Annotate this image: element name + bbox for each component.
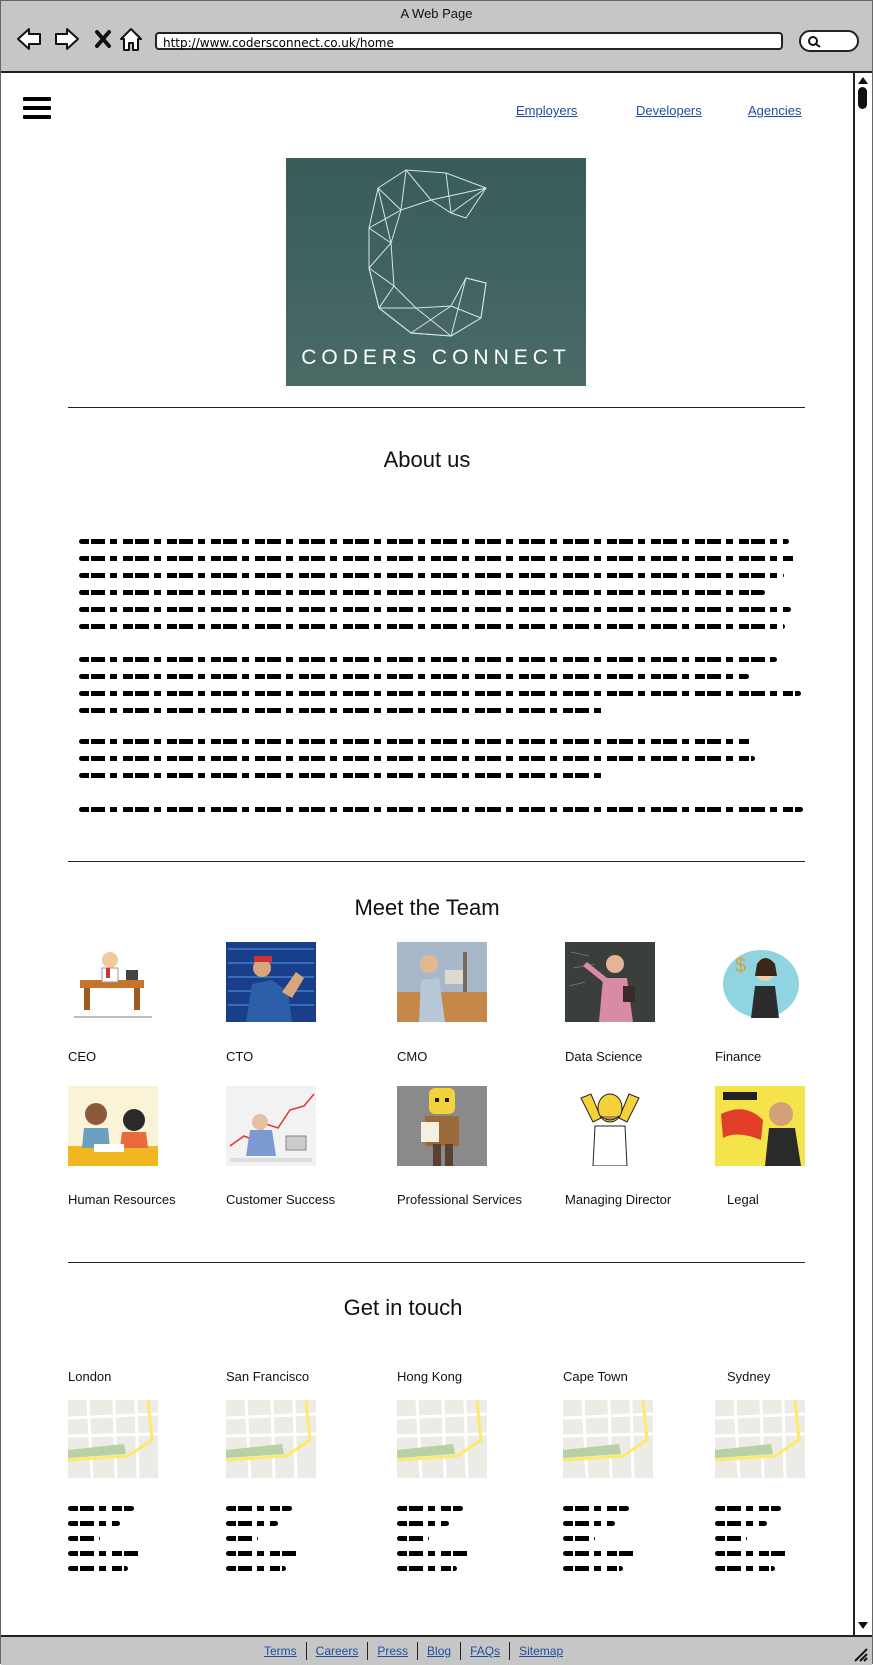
- browser-window: A Web Page http://www.codersconnect.co.u…: [0, 0, 873, 1665]
- map-icon[interactable]: [226, 1400, 316, 1478]
- team-member-label: Human Resources: [68, 1192, 176, 1207]
- team-member-label: Data Science: [565, 1049, 643, 1064]
- office-address: [563, 1506, 653, 1571]
- footer: Terms Careers Press Blog FAQs Sitemap: [1, 1635, 872, 1665]
- map-icon[interactable]: [397, 1400, 487, 1478]
- office-cape-town: Cape Town: [563, 1369, 653, 1581]
- footer-link-sitemap[interactable]: Sitemap: [510, 1642, 572, 1660]
- footer-links: Terms Careers Press Blog FAQs Sitemap: [255, 1642, 572, 1660]
- team-member-label: Managing Director: [565, 1192, 672, 1207]
- team-member-label: CMO: [397, 1049, 428, 1064]
- map-icon[interactable]: [68, 1400, 158, 1478]
- about-title: About us: [383, 447, 471, 472]
- professional-services-photo: [397, 1086, 487, 1166]
- about-paragraph-1: [79, 539, 805, 641]
- back-arrow-icon[interactable]: [15, 25, 43, 53]
- team-member-managing-director[interactable]: Managing Director: [565, 1086, 671, 1207]
- resize-grip-icon[interactable]: [852, 1646, 868, 1662]
- about-paragraph-4: [79, 807, 805, 824]
- hamburger-menu-icon[interactable]: [23, 97, 51, 121]
- team-member-data-science[interactable]: Data Science: [565, 942, 655, 1064]
- footer-link-faqs[interactable]: FAQs: [461, 1642, 511, 1660]
- forward-arrow-icon[interactable]: [53, 25, 81, 53]
- search-icon: [808, 36, 821, 48]
- browser-chrome: A Web Page http://www.codersconnect.co.u…: [1, 1, 872, 73]
- search-box[interactable]: [799, 30, 859, 52]
- team-member-ceo[interactable]: CEO: [68, 942, 158, 1064]
- managing-director-photo: [565, 1086, 655, 1166]
- logo: CODERS CONNECT: [286, 158, 586, 386]
- team-member-label: Professional Services: [397, 1192, 522, 1207]
- divider: [68, 861, 805, 862]
- about-paragraph-2: [79, 657, 805, 725]
- map-icon[interactable]: [715, 1400, 805, 1478]
- contact-title: Get in touch: [343, 1295, 463, 1320]
- office-name: Hong Kong: [397, 1369, 463, 1384]
- team-member-finance[interactable]: $ Finance: [715, 942, 805, 1064]
- team-member-label: CTO: [226, 1049, 254, 1064]
- footer-link-blog[interactable]: Blog: [418, 1642, 462, 1660]
- url-input[interactable]: http://www.codersconnect.co.uk/home: [155, 32, 783, 50]
- team-member-professional-services[interactable]: Professional Services: [397, 1086, 522, 1207]
- office-sydney: Sydney: [715, 1369, 805, 1581]
- scrollbar-thumb[interactable]: [858, 87, 867, 109]
- nav-link-employers[interactable]: Employers: [516, 103, 577, 118]
- vertical-scrollbar[interactable]: [853, 73, 871, 1635]
- about-paragraph-3: [79, 739, 805, 790]
- office-name: Sydney: [727, 1369, 771, 1384]
- team-member-cto[interactable]: CTO: [226, 942, 316, 1064]
- scroll-down-icon[interactable]: [857, 1621, 869, 1631]
- customer-success-photo: [226, 1086, 316, 1166]
- finance-photo: $: [715, 942, 805, 1022]
- office-name: London: [68, 1369, 112, 1384]
- footer-link-terms[interactable]: Terms: [255, 1642, 307, 1660]
- team-member-label: Customer Success: [226, 1192, 336, 1207]
- team-member-legal[interactable]: Legal: [715, 1086, 805, 1207]
- scroll-up-icon[interactable]: [857, 75, 869, 85]
- svg-text:$: $: [735, 955, 746, 977]
- office-address: [226, 1506, 316, 1571]
- window-title: A Web Page: [400, 6, 473, 21]
- office-name: San Francisco: [226, 1369, 310, 1384]
- divider: [68, 1262, 805, 1263]
- team-member-label: CEO: [68, 1049, 97, 1064]
- office-london: London: [68, 1369, 158, 1581]
- page-content: Employers Developers Agencies CODERS CON…: [1, 73, 853, 1635]
- footer-link-press[interactable]: Press: [368, 1642, 419, 1660]
- legal-photo: [715, 1086, 805, 1166]
- logo-text: CODERS CONNECT: [301, 346, 571, 369]
- office-address: [715, 1506, 805, 1571]
- nav-link-developers[interactable]: Developers: [636, 103, 702, 118]
- office-address: [397, 1506, 487, 1571]
- team-member-customer-success[interactable]: Customer Success: [226, 1086, 335, 1207]
- cmo-photo: [397, 942, 487, 1022]
- nav-link-agencies[interactable]: Agencies: [748, 103, 801, 118]
- cto-photo: [226, 942, 316, 1022]
- team-title: Meet the Team: [354, 895, 500, 920]
- team-member-human-resources[interactable]: Human Resources: [68, 1086, 176, 1207]
- team-member-cmo[interactable]: CMO: [397, 942, 487, 1064]
- ceo-photo: [68, 942, 158, 1022]
- office-address: [68, 1506, 158, 1571]
- home-icon[interactable]: [117, 25, 145, 53]
- office-name: Cape Town: [563, 1369, 628, 1384]
- team-member-label: Legal: [727, 1192, 759, 1207]
- close-icon[interactable]: [89, 25, 117, 53]
- office-san-francisco: San Francisco: [226, 1369, 316, 1581]
- divider: [68, 407, 805, 408]
- map-icon[interactable]: [563, 1400, 653, 1478]
- data-science-photo: [565, 942, 655, 1022]
- human-resources-photo: [68, 1086, 158, 1166]
- footer-link-careers[interactable]: Careers: [307, 1642, 369, 1660]
- team-member-label: Finance: [715, 1049, 762, 1064]
- office-hong-kong: Hong Kong: [397, 1369, 487, 1581]
